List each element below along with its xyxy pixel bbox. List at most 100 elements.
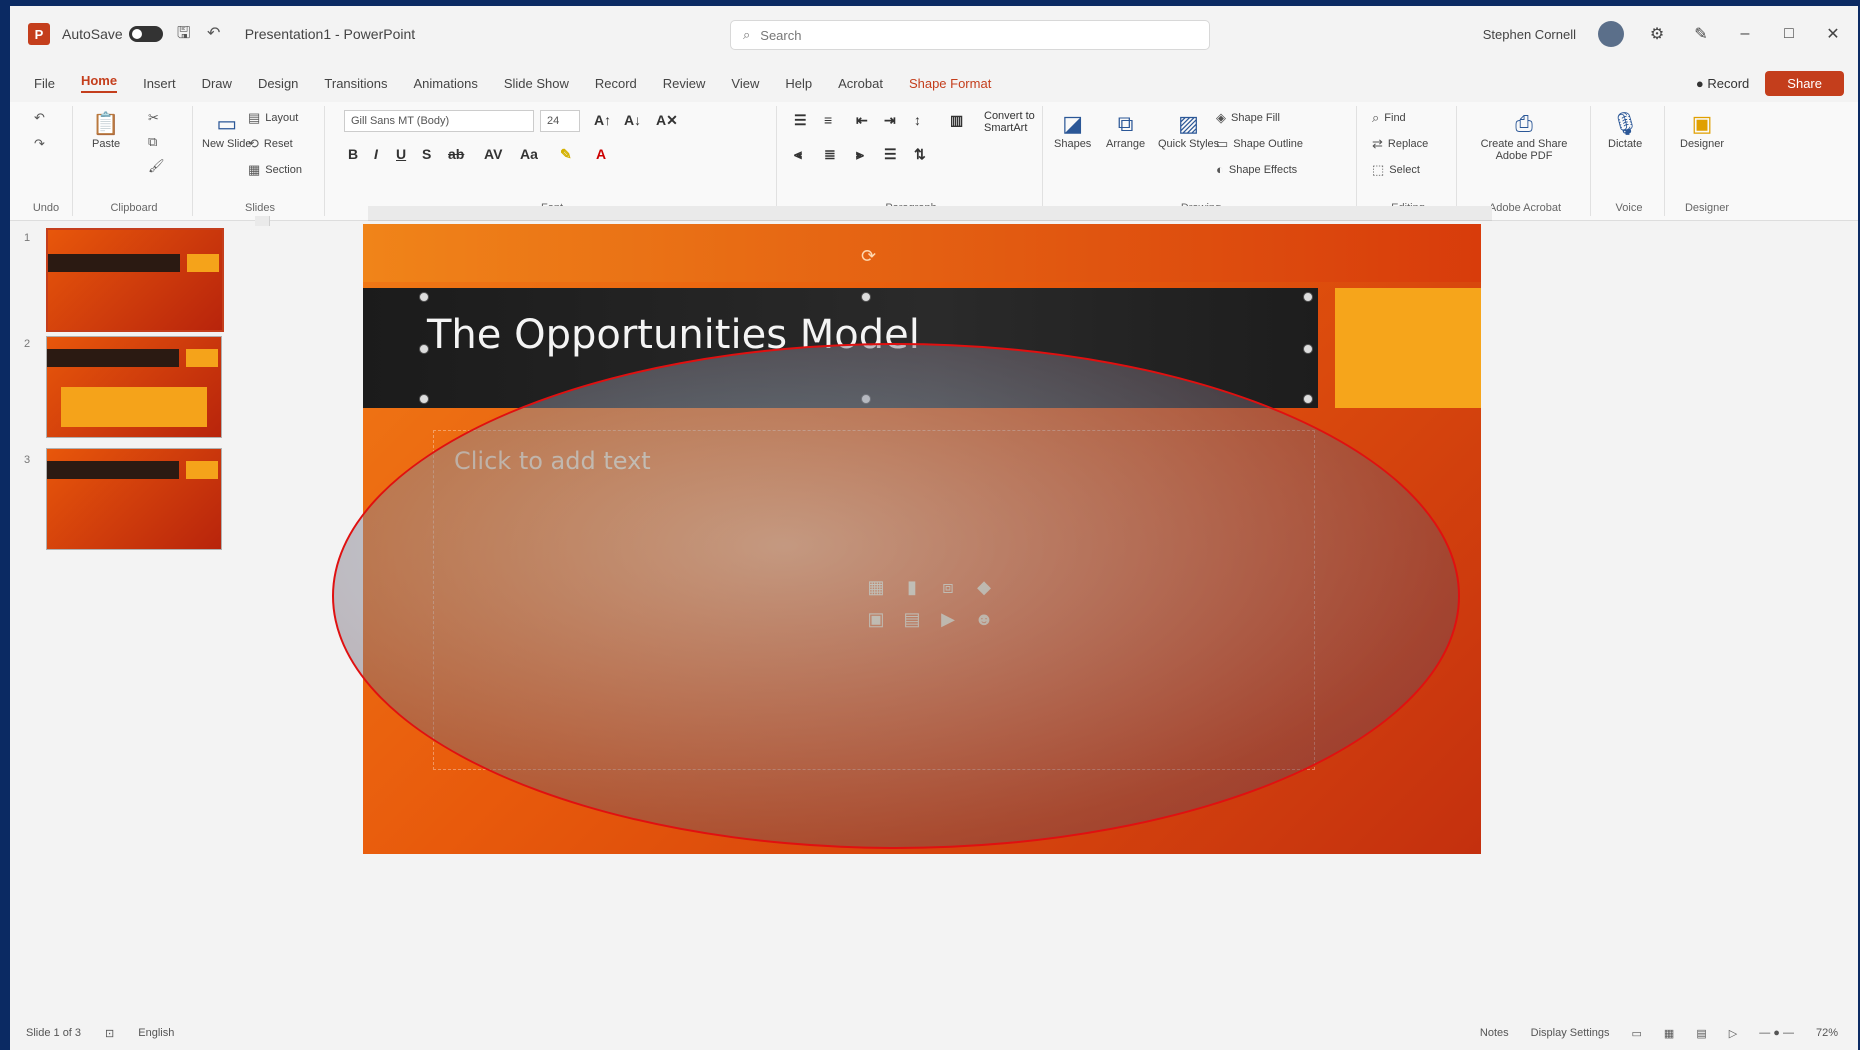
increase-indent-icon[interactable]: ⇥ [884, 112, 896, 129]
shape-fill-button[interactable]: ◈ Shape Fill [1216, 110, 1280, 126]
increase-font-icon[interactable]: A↑ [594, 112, 611, 128]
shapes-button[interactable]: ◪ Shapes [1054, 110, 1091, 150]
reading-view-icon[interactable]: ▤ [1696, 1027, 1706, 1040]
highlight-icon[interactable]: ✎ [560, 146, 572, 163]
resize-handle[interactable] [861, 292, 871, 302]
zoom-level[interactable]: 72% [1816, 1027, 1838, 1039]
content-placeholder[interactable]: Click to add text ▦ ▮ ⧈ ◆ ▣ ▤ ▶ ☻ [433, 430, 1315, 770]
language-indicator[interactable]: English [138, 1027, 174, 1039]
zoom-slider[interactable]: — ● — [1759, 1027, 1794, 1039]
copy-button[interactable]: ⧉ [148, 134, 157, 150]
decrease-font-icon[interactable]: A↓ [624, 112, 641, 128]
bold-icon[interactable]: B [348, 146, 358, 162]
tab-view[interactable]: View [731, 76, 759, 91]
align-center-icon[interactable]: ≣ [824, 146, 836, 163]
columns-icon[interactable]: ▥ [950, 112, 963, 129]
italic-icon[interactable]: I [374, 146, 378, 162]
slide-canvas[interactable]: ⟳ The Opportunities Model Click to add t… [363, 224, 1481, 854]
slide-thumbnail-3[interactable] [46, 448, 222, 550]
font-name-select[interactable]: Gill Sans MT (Body) [344, 110, 534, 132]
quick-styles-button[interactable]: ▨ Quick Styles [1158, 110, 1219, 150]
resize-handle[interactable] [861, 394, 871, 404]
record-button[interactable]: ● Record [1696, 76, 1749, 91]
insert-smartart-icon[interactable]: ⧈ [936, 576, 960, 598]
close-button[interactable]: ✕ [1822, 24, 1844, 44]
insert-icon-icon[interactable]: ☻ [972, 608, 996, 630]
slideshow-icon[interactable]: ▷ [1729, 1027, 1737, 1040]
rotate-handle-icon[interactable]: ⟳ [861, 246, 876, 267]
replace-button[interactable]: ⇄ Replace [1372, 136, 1428, 152]
settings-icon[interactable]: ⚙ [1646, 24, 1668, 44]
insert-table-icon[interactable]: ▦ [864, 576, 888, 598]
avatar[interactable] [1598, 21, 1624, 47]
insert-picture-icon[interactable]: ▣ [864, 608, 888, 630]
convert-smartart-button[interactable]: Convert to SmartArt [984, 110, 1036, 134]
slide-sorter-icon[interactable]: ▦ [1664, 1027, 1674, 1040]
new-slide-button[interactable]: ▭ New Slide [202, 110, 252, 150]
select-button[interactable]: ⬚ Select [1372, 162, 1420, 178]
tab-help[interactable]: Help [785, 76, 812, 91]
shape-outline-button[interactable]: ▭ Shape Outline [1216, 136, 1303, 152]
underline-icon[interactable]: U [396, 146, 406, 162]
resize-handle[interactable] [419, 344, 429, 354]
insert-stock-image-icon[interactable]: ▤ [900, 608, 924, 630]
user-name[interactable]: Stephen Cornell [1483, 27, 1576, 42]
font-size-select[interactable]: 24 [540, 110, 580, 132]
share-button[interactable]: Share [1765, 70, 1844, 96]
slide-thumbnail-1[interactable] [46, 228, 224, 332]
tab-transitions[interactable]: Transitions [324, 76, 387, 91]
layout-button[interactable]: ▤ Layout [248, 110, 298, 126]
decrease-indent-icon[interactable]: ⇤ [856, 112, 868, 129]
content-placeholder-text[interactable]: Click to add text [454, 447, 651, 475]
slide-title[interactable]: The Opportunities Model [427, 312, 920, 358]
pen-icon[interactable]: ✎ [1690, 24, 1712, 44]
tab-design[interactable]: Design [258, 76, 298, 91]
undo-icon[interactable]: ↶ [205, 25, 223, 43]
align-right-icon[interactable]: ⫸ [856, 146, 864, 163]
tab-acrobat[interactable]: Acrobat [838, 76, 883, 91]
dictate-button[interactable]: 🎙 Dictate [1608, 110, 1642, 150]
tab-home[interactable]: Home [80, 73, 118, 93]
redo-button[interactable]: ↷ [34, 136, 45, 152]
tab-draw[interactable]: Draw [202, 76, 232, 91]
designer-button[interactable]: ▣ Designer [1680, 110, 1724, 150]
tab-slide-show[interactable]: Slide Show [504, 76, 569, 91]
resize-handle[interactable] [1303, 394, 1313, 404]
tab-record[interactable]: Record [595, 76, 637, 91]
insert-3d-model-icon[interactable]: ◆ [972, 576, 996, 598]
section-button[interactable]: ▦ Section [248, 162, 302, 178]
find-button[interactable]: ⌕ Find [1372, 110, 1406, 126]
insert-chart-icon[interactable]: ▮ [900, 576, 924, 598]
save-icon[interactable]: 🖫 [175, 25, 193, 43]
accessibility-icon[interactable]: ⊡ [105, 1027, 114, 1040]
font-color-icon[interactable]: A [596, 146, 606, 162]
cut-button[interactable]: ✂ [148, 110, 159, 126]
clear-format-icon[interactable]: A✕ [656, 112, 678, 129]
display-settings-button[interactable]: Display Settings [1531, 1027, 1610, 1039]
format-painter-button[interactable]: 🖌 [148, 158, 165, 174]
change-case-icon[interactable]: Aa [520, 146, 538, 162]
insert-video-icon[interactable]: ▶ [936, 608, 960, 630]
line-spacing-icon[interactable]: ↕ [914, 112, 921, 128]
slide-thumbnail-2[interactable] [46, 336, 222, 438]
maximize-button[interactable]: □ [1778, 25, 1800, 43]
resize-handle[interactable] [419, 394, 429, 404]
tab-file[interactable]: File [34, 76, 55, 91]
justify-icon[interactable]: ☰ [884, 146, 897, 163]
arrange-button[interactable]: ⧉ Arrange [1106, 110, 1145, 150]
tab-animations[interactable]: Animations [414, 76, 478, 91]
tab-insert[interactable]: Insert [143, 76, 176, 91]
notes-button[interactable]: Notes [1480, 1027, 1509, 1039]
shape-effects-button[interactable]: ◐ Shape Effects [1216, 162, 1297, 177]
resize-handle[interactable] [419, 292, 429, 302]
numbering-icon[interactable]: ≡ [824, 112, 832, 128]
resize-handle[interactable] [1303, 344, 1313, 354]
reset-button[interactable]: ⟲ Reset [248, 136, 293, 152]
minimize-button[interactable]: – [1734, 25, 1756, 43]
tab-shape-format[interactable]: Shape Format [909, 76, 991, 91]
resize-handle[interactable] [1303, 292, 1313, 302]
search-box[interactable]: ⌕ Search [730, 20, 1210, 50]
shadow-icon[interactable]: S [422, 146, 431, 162]
paste-button[interactable]: 📋 Paste [92, 110, 120, 150]
text-direction-icon[interactable]: ⇅ [914, 146, 926, 163]
